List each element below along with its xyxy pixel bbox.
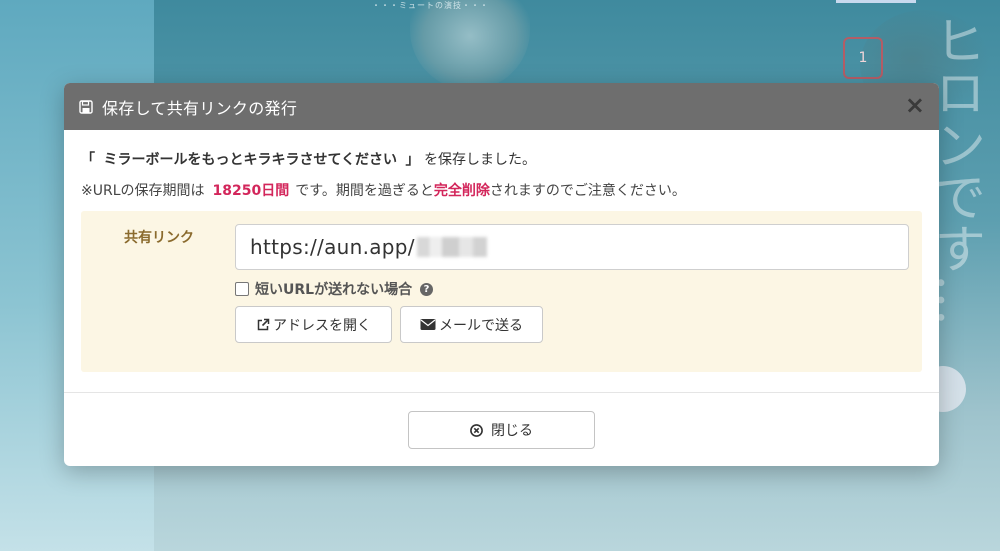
retention-middle: です。期間を過ぎると xyxy=(295,183,434,199)
saved-message: 「 ミラーボールをもっとキラキラさせてください 」 を保存しました。 xyxy=(81,149,922,171)
close-button-label: 閉じる xyxy=(491,422,533,438)
short-url-checkbox[interactable] xyxy=(235,282,249,296)
circle-x-icon xyxy=(470,423,483,437)
share-url-text: https://aun.app/ xyxy=(250,235,415,259)
dialog-title: 保存して共有リンクの発行 xyxy=(102,98,298,118)
dialog-body: 「 ミラーボールをもっとキラキラさせてください 」 を保存しました。 ※URLの… xyxy=(64,130,939,372)
close-button[interactable]: 閉じる xyxy=(408,411,595,449)
retention-prefix: ※URLの保存期間は xyxy=(81,183,205,199)
share-url-field[interactable]: https://aun.app/ xyxy=(235,224,909,270)
question-circle-icon[interactable]: ? xyxy=(420,282,434,296)
send-mail-label: メールで送る xyxy=(439,317,523,334)
send-mail-button[interactable]: メールで送る xyxy=(400,306,543,343)
share-link-label: 共有リンク xyxy=(124,230,194,246)
dialog-header: 保存して共有リンクの発行 × xyxy=(64,83,939,130)
open-address-label: アドレスを開く xyxy=(273,317,371,334)
retention-message: ※URLの保存期間は 18250日間 です。期間を過ぎると完全削除されますのでご注意… xyxy=(81,180,922,202)
share-link-panel: 共有リンク https://aun.app/ 短いURLが送れない場合 ? アド… xyxy=(81,211,922,372)
footer-divider xyxy=(64,392,939,393)
saved-item-title: ミラーボールをもっとキラキラさせてください xyxy=(103,152,398,168)
background-topbar xyxy=(836,0,916,3)
retention-days: 18250日間 xyxy=(212,183,290,199)
retention-deletion: 完全削除 xyxy=(433,183,490,199)
envelope-icon xyxy=(420,318,436,331)
background-badge: 1 xyxy=(843,37,883,79)
redacted-url-segment xyxy=(416,237,487,257)
quote-close: 」 xyxy=(405,152,420,168)
background-caption: ・・・ミュートの演技・・・ xyxy=(372,1,489,10)
short-url-option: 短いURLが送れない場合 ? xyxy=(235,279,434,299)
retention-suffix: されますのでご注意ください。 xyxy=(489,183,686,199)
external-link-icon xyxy=(256,318,270,332)
floppy-disk-icon xyxy=(79,99,93,114)
short-url-label[interactable]: 短いURLが送れない場合 xyxy=(255,279,412,299)
share-dialog: 保存して共有リンクの発行 × 「 ミラーボールをもっとキラキラさせてください 」… xyxy=(64,83,939,466)
open-address-button[interactable]: アドレスを開く xyxy=(235,306,392,343)
saved-message-suffix: を保存しました。 xyxy=(423,152,536,168)
close-icon[interactable]: × xyxy=(905,93,925,117)
quote-open: 「 xyxy=(81,152,95,168)
